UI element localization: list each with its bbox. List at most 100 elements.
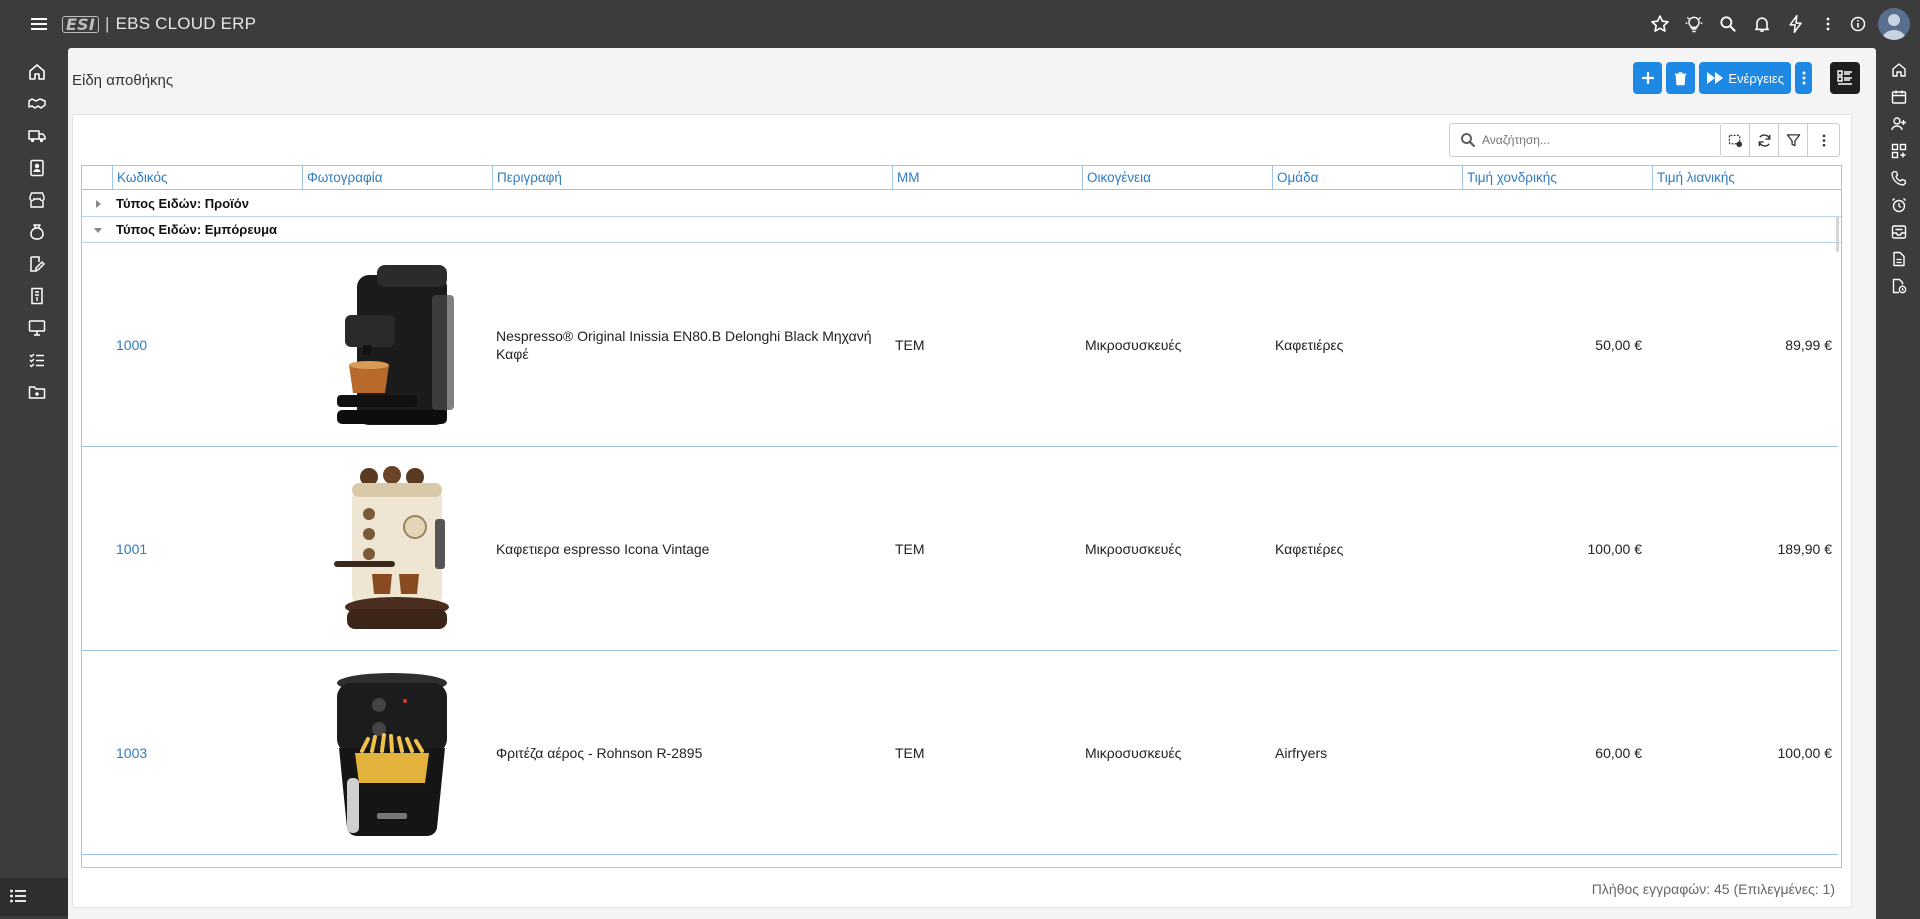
- store-icon[interactable]: [28, 191, 46, 209]
- alarm-icon[interactable]: [1891, 197, 1907, 213]
- column-header-photo[interactable]: Φωτογραφία: [302, 166, 492, 190]
- app-logo: ESI: [62, 15, 100, 33]
- file-clock-icon[interactable]: [1891, 278, 1907, 294]
- fast-forward-icon: [1707, 72, 1724, 84]
- group-row[interactable]: Τύπος Ειδών: Εμπόρευμα: [82, 217, 1841, 243]
- trash-icon: [1675, 71, 1687, 85]
- checklist-icon[interactable]: [28, 351, 46, 369]
- top-bar: ESI | EBS CLOUD ERP: [0, 0, 1920, 48]
- group-row[interactable]: Τύπος Ειδών: Προϊόν: [82, 191, 1841, 217]
- add-user-icon[interactable]: [1891, 116, 1907, 132]
- item-unit: TEM: [895, 336, 925, 353]
- more-actions-button[interactable]: [1795, 62, 1812, 94]
- list-icon[interactable]: [9, 887, 27, 905]
- caret-right-icon[interactable]: [94, 200, 102, 208]
- bell-icon[interactable]: [1752, 14, 1772, 34]
- item-code-link[interactable]: 1001: [116, 447, 147, 650]
- view-toggle-button[interactable]: [1830, 62, 1860, 94]
- grid-header: Κωδικός Φωτογραφία Περιγραφή ΜΜ Οικογένε…: [82, 166, 1841, 190]
- column-header-family[interactable]: Οικογένεια: [1082, 166, 1272, 190]
- lightbulb-icon[interactable]: [1684, 14, 1704, 34]
- item-retail-price: 100,00 €: [1777, 744, 1833, 761]
- product-photo: [302, 447, 482, 650]
- invoice-icon[interactable]: [28, 287, 46, 305]
- table-row[interactable]: 1000 Nespresso® Original Inissia EN80.B …: [82, 243, 1838, 447]
- item-code-link[interactable]: 1000: [116, 243, 147, 446]
- column-header-group[interactable]: Ομάδα: [1272, 166, 1462, 190]
- item-description: Καφετιερα espresso Icona Vintage: [496, 540, 710, 557]
- air-fryer-image: [337, 672, 447, 836]
- app-brand[interactable]: ESI | EBS CLOUD ERP: [62, 14, 256, 34]
- item-retail-price: 89,99 €: [1785, 336, 1832, 353]
- main-panel: Είδη αποθήκης Ενέργειες Αναζήτηση... Κωδ…: [68, 48, 1876, 919]
- item-code-link[interactable]: 1003: [116, 651, 147, 854]
- table-row[interactable]: 1003 Φριτέζα αέρος - Rohnson R-2895 TEM …: [82, 651, 1838, 855]
- inbox-icon[interactable]: [1891, 224, 1907, 240]
- avatar[interactable]: [1878, 8, 1910, 40]
- column-header-unit[interactable]: ΜΜ: [892, 166, 1082, 190]
- grid-card: Κωδικός Φωτογραφία Περιγραφή ΜΜ Οικογένε…: [72, 114, 1852, 908]
- grid-scrollbar[interactable]: [1836, 216, 1839, 252]
- search-box[interactable]: [1449, 123, 1721, 157]
- home-icon[interactable]: [1891, 62, 1907, 78]
- star-icon[interactable]: [1650, 14, 1670, 34]
- app-title: EBS CLOUD ERP: [115, 14, 257, 33]
- home-icon[interactable]: [28, 63, 46, 81]
- search-input[interactable]: [1482, 133, 1712, 147]
- truck-icon[interactable]: [28, 127, 46, 145]
- contacts-icon[interactable]: [28, 159, 46, 177]
- item-group: Airfryers: [1275, 744, 1328, 761]
- item-wholesale-price: 100,00 €: [1587, 540, 1643, 557]
- item-wholesale-price: 50,00 €: [1595, 336, 1642, 353]
- handshake-icon[interactable]: [28, 95, 46, 113]
- more-vert-icon[interactable]: [1820, 16, 1836, 32]
- plus-icon: [1641, 72, 1654, 84]
- refresh-icon[interactable]: [1750, 123, 1779, 157]
- left-sidebar: [0, 48, 68, 919]
- edit-doc-icon[interactable]: [28, 255, 46, 273]
- group-label: Τύπος Ειδών: Εμπόρευμα: [116, 222, 278, 237]
- group-label: Τύπος Ειδών: Προϊόν: [116, 196, 249, 211]
- data-grid: Κωδικός Φωτογραφία Περιγραφή ΜΜ Οικογένε…: [81, 165, 1842, 868]
- delete-button[interactable]: [1666, 62, 1696, 94]
- monitor-icon[interactable]: [28, 319, 46, 337]
- column-header-wholesale-price[interactable]: Τιμή χονδρικής: [1462, 166, 1652, 190]
- coffee-machine-image: [337, 264, 454, 425]
- column-header-description[interactable]: Περιγραφή: [492, 166, 892, 190]
- folder-icon[interactable]: [28, 383, 46, 401]
- menu-icon[interactable]: [28, 13, 50, 35]
- product-photo: [302, 243, 482, 446]
- more-vert-icon: [1802, 71, 1805, 85]
- document-icon[interactable]: [1891, 251, 1907, 267]
- espresso-machine-image: [334, 465, 449, 629]
- money-bag-icon[interactable]: [28, 223, 46, 241]
- item-description: Φριτέζα αέρος - Rohnson R-2895: [496, 744, 703, 761]
- right-sidebar: [1876, 48, 1920, 919]
- item-wholesale-price: 60,00 €: [1595, 744, 1642, 761]
- item-description: Nespresso® Original Inissia EN80.B Delon…: [496, 327, 872, 362]
- item-family: Μικροσυσκευές: [1085, 336, 1182, 353]
- info-icon[interactable]: [1850, 16, 1866, 32]
- calendar-icon[interactable]: [1891, 89, 1907, 105]
- more-vert-icon[interactable]: [1808, 123, 1840, 157]
- add-button[interactable]: [1633, 62, 1663, 94]
- list-view-icon: [1837, 70, 1852, 85]
- item-retail-price: 189,90 €: [1777, 540, 1833, 557]
- filter-icon[interactable]: [1779, 123, 1808, 157]
- item-group: Καφετιέρες: [1275, 540, 1344, 557]
- actions-button[interactable]: Ενέργειες: [1699, 62, 1791, 94]
- select-icon[interactable]: [1721, 123, 1750, 157]
- phone-icon[interactable]: [1891, 170, 1907, 186]
- column-header-code[interactable]: Κωδικός: [112, 166, 302, 190]
- search-icon: [1460, 132, 1476, 148]
- top-actions: [1636, 0, 1920, 48]
- table-row[interactable]: 1001 Καφετιερα espresso Icona Vintage TE…: [82, 447, 1838, 651]
- brand-separator: |: [105, 14, 110, 33]
- bolt-icon[interactable]: [1786, 14, 1806, 34]
- page-title: Είδη αποθήκης: [72, 72, 174, 89]
- search-icon[interactable]: [1718, 14, 1738, 34]
- column-header-retail-price[interactable]: Τιμή λιανικής: [1652, 166, 1841, 190]
- item-group: Καφετιέρες: [1275, 336, 1344, 353]
- caret-down-icon[interactable]: [94, 226, 102, 234]
- apps-icon[interactable]: [1891, 143, 1907, 159]
